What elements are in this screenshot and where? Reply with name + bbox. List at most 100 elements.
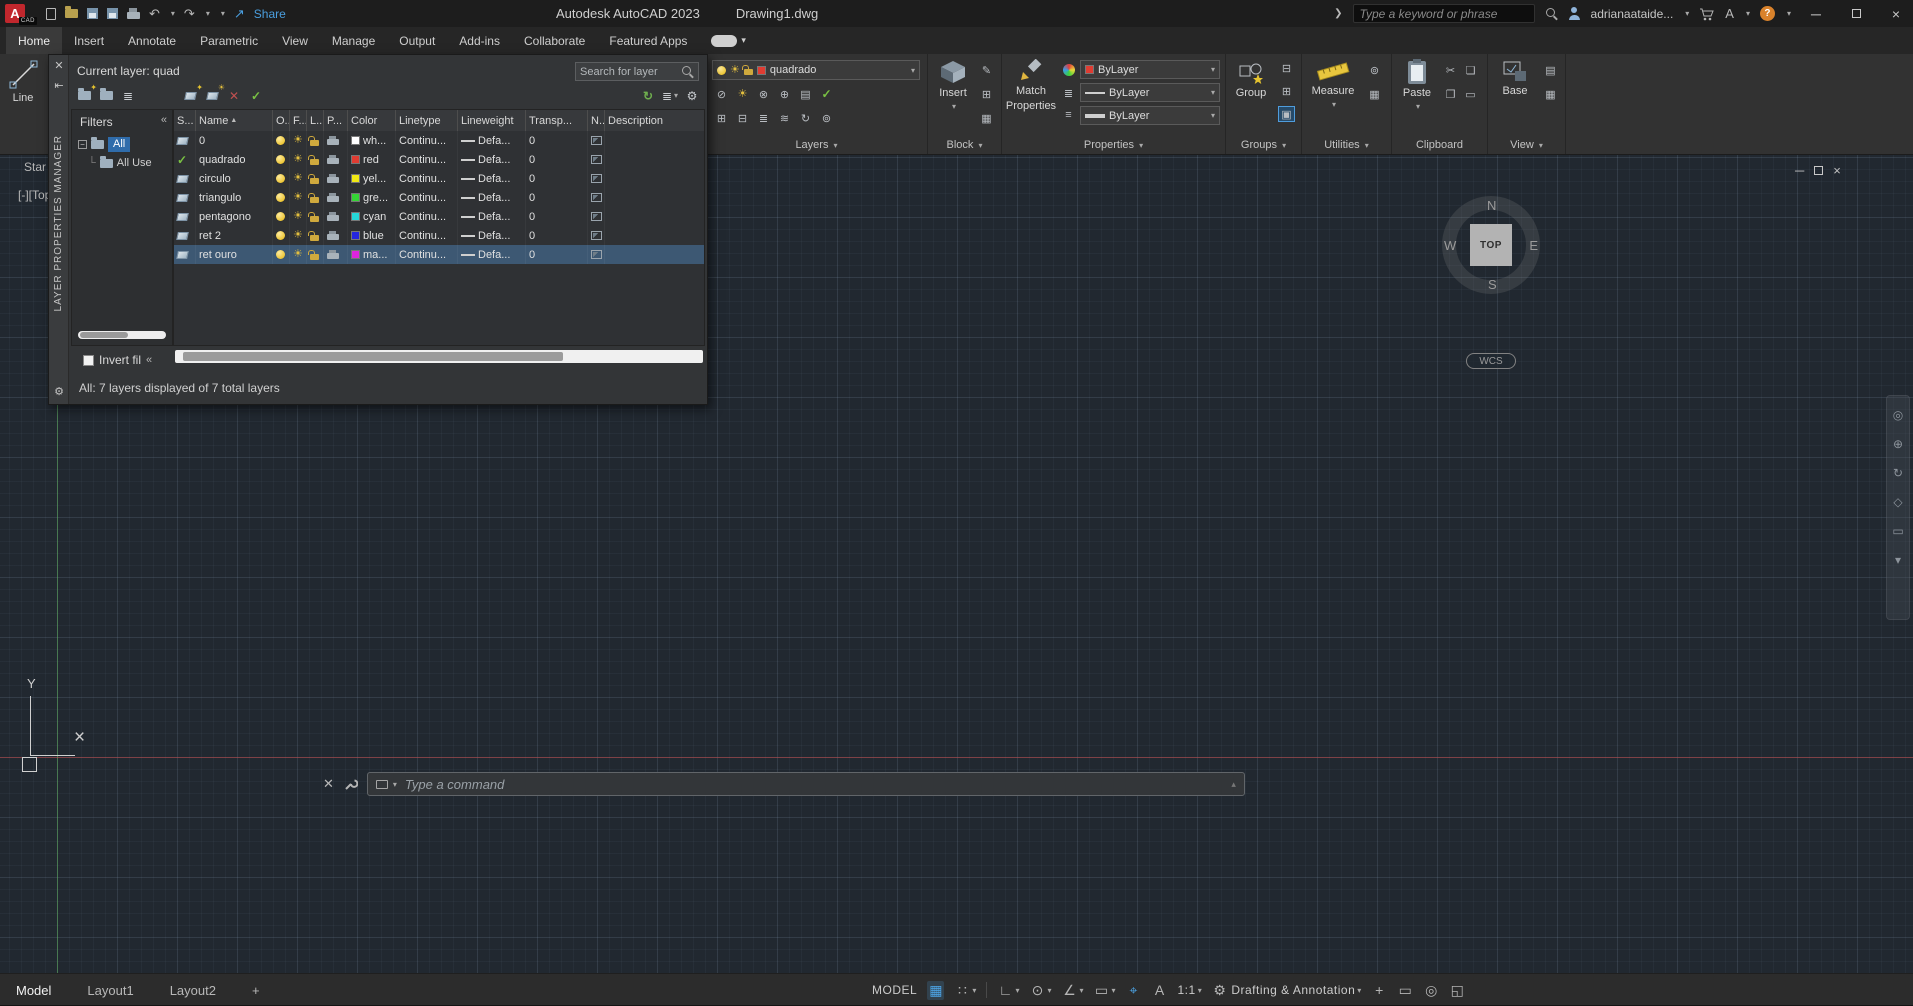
newvp-cell[interactable]: [587, 226, 604, 245]
signed-in-user[interactable]: adrianaataide...: [1591, 7, 1674, 21]
transparency-cell[interactable]: 0: [525, 169, 587, 188]
annotation-scale-button[interactable]: 1:1 ▾: [1178, 983, 1202, 997]
group-button[interactable]: Group: [1230, 59, 1272, 100]
name-cell[interactable]: ret ouro: [195, 245, 272, 264]
model-space-label[interactable]: MODEL: [872, 983, 917, 997]
viewport-config-icon[interactable]: ▤: [1542, 62, 1559, 78]
transparency-cell[interactable]: 0: [525, 150, 587, 169]
lineweight-combo[interactable]: ByLayer ▾: [1080, 106, 1220, 125]
properties-panel-label[interactable]: Properties ▾: [1002, 139, 1225, 151]
selection-cycling-icon[interactable]: ⌖: [1126, 982, 1142, 999]
save-icon[interactable]: [87, 8, 98, 19]
viewcube-top-face[interactable]: TOP: [1470, 224, 1512, 266]
newvp-cell[interactable]: [587, 169, 604, 188]
description-cell[interactable]: [604, 207, 704, 226]
isodraft-button[interactable]: ⊙ ▾: [1029, 982, 1052, 999]
col-description[interactable]: Description: [604, 110, 704, 131]
col-transparency[interactable]: Transp...: [525, 110, 587, 131]
command-history-icon[interactable]: ▴: [1231, 779, 1236, 790]
wcs-menu[interactable]: WCS: [1466, 353, 1516, 369]
view-panel-label[interactable]: View ▾: [1488, 139, 1565, 151]
layer-row-0[interactable]: 0 ☀ wh... Continu... Defa... 0: [174, 131, 704, 150]
workspace-switcher[interactable]: ⚙ Drafting & Annotation ▾: [1212, 982, 1361, 999]
layer-states-manager-icon[interactable]: ≣: [119, 87, 137, 104]
copy-base-point-icon[interactable]: ❐: [1442, 86, 1459, 102]
layer-list-h-scrollbar[interactable]: [175, 350, 703, 363]
lock-cell[interactable]: [306, 131, 323, 150]
layer-thaw-icon[interactable]: ☀: [734, 86, 751, 102]
command-customize-wrench-icon[interactable]: [343, 777, 358, 792]
lock-cell[interactable]: [306, 188, 323, 207]
layer-restore-icon[interactable]: ↻: [797, 110, 814, 126]
tab-featured-apps[interactable]: Featured Apps: [597, 27, 699, 54]
name-cell[interactable]: quadrado: [195, 150, 272, 169]
block-editor-icon[interactable]: ▦: [978, 110, 995, 126]
grid-display-icon[interactable]: ▦: [927, 980, 945, 1000]
col-freeze[interactable]: F...: [289, 110, 306, 131]
lock-cell[interactable]: [306, 150, 323, 169]
create-block-icon[interactable]: ✎: [978, 62, 995, 78]
freeze-cell[interactable]: ☀: [289, 169, 306, 188]
plot-cell[interactable]: [323, 245, 347, 264]
write-block-icon[interactable]: ⊞: [978, 86, 995, 102]
name-cell[interactable]: pentagono: [195, 207, 272, 226]
col-plot[interactable]: P...: [323, 110, 347, 131]
tab-view[interactable]: View: [270, 27, 320, 54]
layer-states-icon[interactable]: ≣: [755, 110, 772, 126]
layer-previous-icon[interactable]: ⊟: [734, 110, 751, 126]
object-snap-button[interactable]: ▭ ▾: [1093, 982, 1116, 999]
color-cell[interactable]: ma...: [347, 245, 395, 264]
on-cell[interactable]: [272, 169, 289, 188]
layout1-tab[interactable]: Layout1: [87, 983, 133, 998]
color-cell[interactable]: yel...: [347, 169, 395, 188]
autocad-logo[interactable]: A CAD: [5, 4, 37, 25]
color-cell[interactable]: cyan: [347, 207, 395, 226]
window-minimize-button[interactable]: ─: [1801, 0, 1831, 27]
model-tab[interactable]: Model: [16, 983, 51, 998]
transparency-cell[interactable]: 0: [525, 188, 587, 207]
measure-button[interactable]: Measure ▾: [1308, 59, 1358, 109]
col-lineweight[interactable]: Lineweight: [457, 110, 525, 131]
new-group-filter-icon[interactable]: [97, 87, 115, 104]
tab-home[interactable]: Home: [6, 27, 63, 54]
lineweight-cell[interactable]: Defa...: [457, 150, 525, 169]
insert-block-button[interactable]: Insert ▾: [932, 59, 974, 111]
filter-all-used[interactable]: All Use: [117, 157, 152, 169]
freeze-cell[interactable]: ☀: [289, 131, 306, 150]
newvp-cell[interactable]: [587, 131, 604, 150]
linetype-cell[interactable]: Continu...: [395, 207, 457, 226]
layout2-tab[interactable]: Layout2: [170, 983, 216, 998]
description-cell[interactable]: [604, 150, 704, 169]
plot-cell[interactable]: [323, 131, 347, 150]
ribbon-display-toggle[interactable]: [711, 34, 738, 47]
polar-tracking-button[interactable]: ∠ ▾: [1061, 982, 1083, 999]
doc-restore-icon[interactable]: [1814, 166, 1824, 175]
layer-merge-icon[interactable]: ⊚: [818, 110, 835, 126]
freeze-cell[interactable]: ☀: [289, 226, 306, 245]
app-store-cart-icon[interactable]: [1699, 7, 1715, 21]
layer-list-h-scrollbar-thumb[interactable]: [183, 352, 564, 361]
layer-row-6-selected[interactable]: ret ouro ☀ ma... Continu... Defa... 0: [174, 245, 704, 264]
autodesk-access-dropdown-icon[interactable]: ▾: [1746, 9, 1750, 18]
layer-search-input[interactable]: Search for layer: [575, 62, 699, 81]
col-on[interactable]: O...: [272, 110, 289, 131]
doc-close-icon[interactable]: ×: [1833, 163, 1841, 178]
cut-icon[interactable]: ✂: [1442, 62, 1459, 78]
lock-cell[interactable]: [306, 245, 323, 264]
plot-cell[interactable]: [323, 188, 347, 207]
viewcube-north[interactable]: N: [1487, 198, 1496, 213]
linetype-cell[interactable]: Continu...: [395, 226, 457, 245]
file-tab-start[interactable]: Star: [24, 160, 46, 174]
lineweight-cell[interactable]: Defa...: [457, 131, 525, 150]
on-cell[interactable]: [272, 226, 289, 245]
viewcube[interactable]: N W E S TOP: [1441, 195, 1541, 295]
layer-unisolate-icon[interactable]: ⊕: [776, 86, 793, 102]
command-options-chip[interactable]: ▾: [375, 779, 397, 789]
linetype-combo[interactable]: ByLayer ▾: [1080, 83, 1220, 102]
nav-orbit-icon[interactable]: ↻: [1893, 466, 1903, 480]
col-newvp[interactable]: N...: [587, 110, 604, 131]
group-selection-toggle-icon[interactable]: ▣: [1278, 106, 1295, 122]
ungroup-icon[interactable]: ⊟: [1278, 60, 1295, 76]
on-cell[interactable]: [272, 207, 289, 226]
tab-parametric[interactable]: Parametric: [188, 27, 270, 54]
